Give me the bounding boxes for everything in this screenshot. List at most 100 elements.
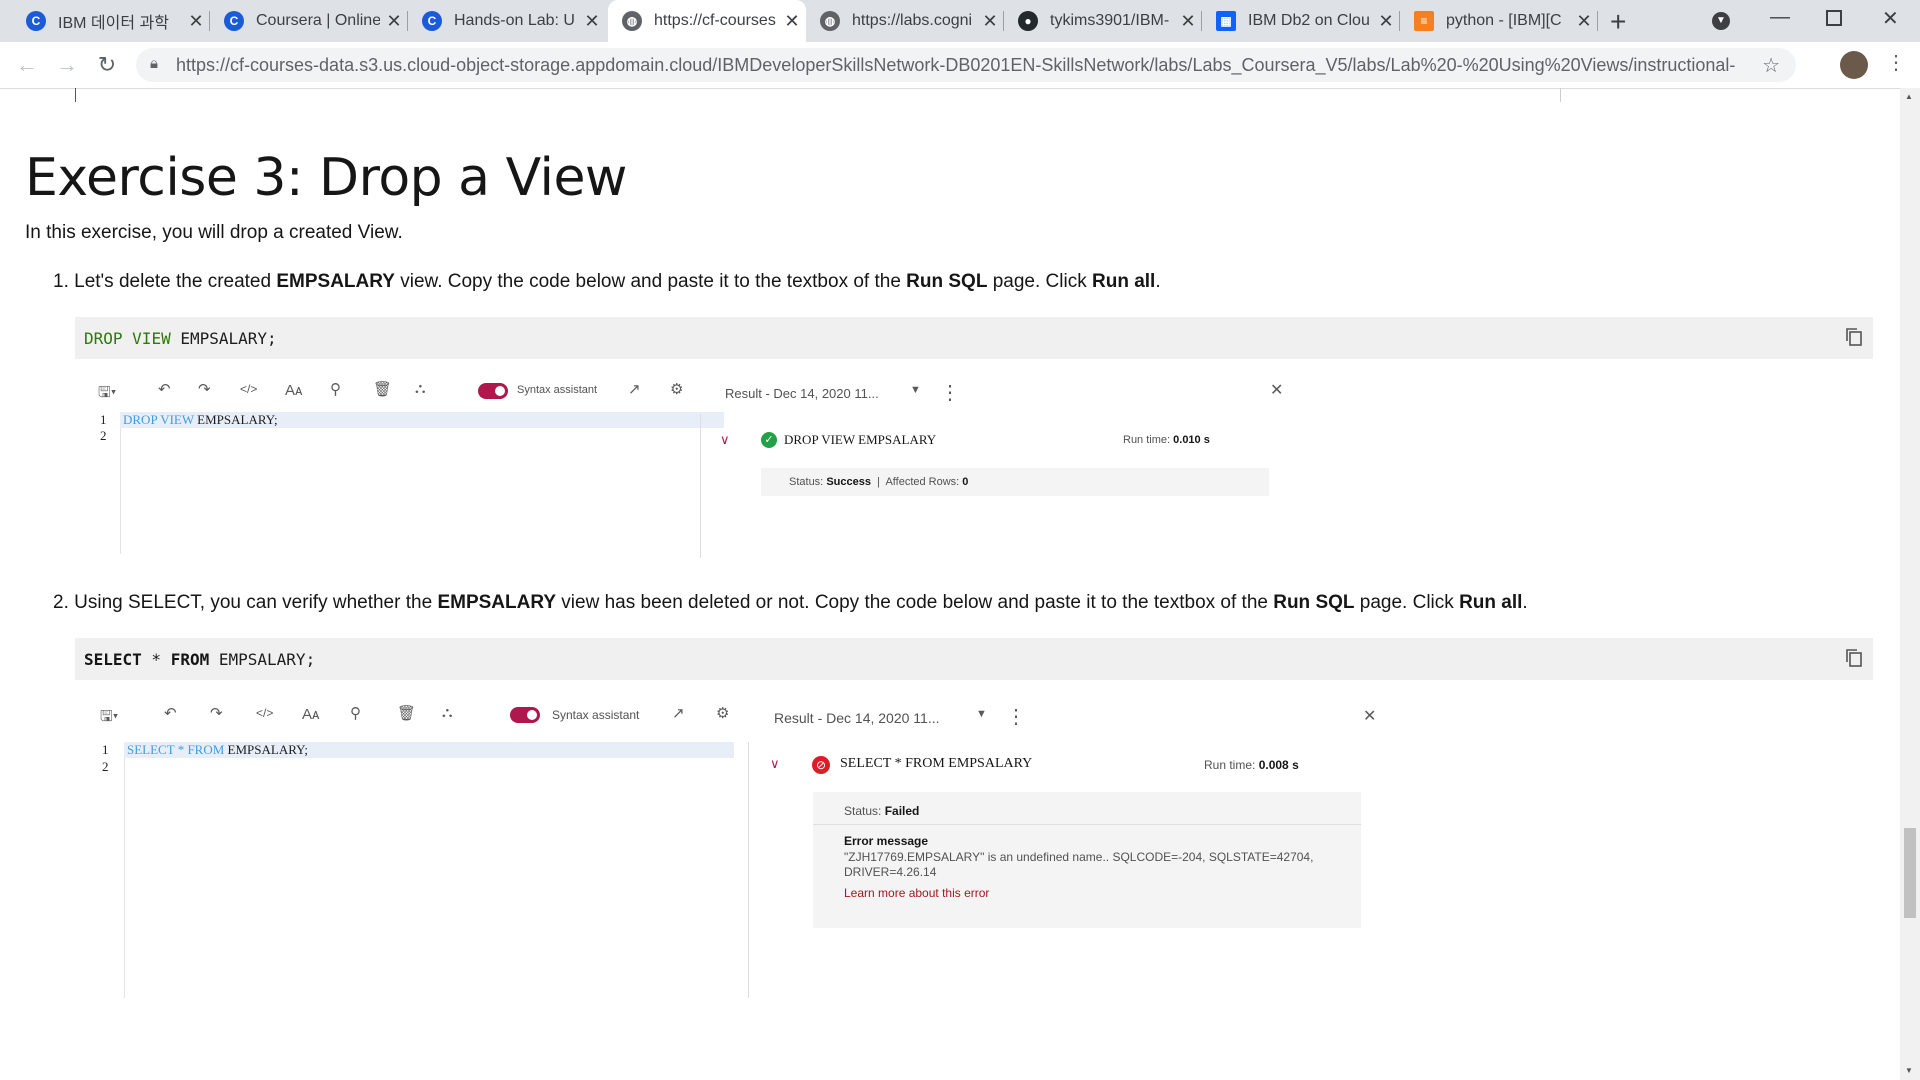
code-rest: EMPSALARY; [193,412,278,427]
syntax-assistant-toggle [478,383,508,399]
text: Let's delete the created [74,271,277,292]
code-star: * [174,742,188,757]
coursera-icon: C [224,11,244,31]
runtime-label: Run time: [1204,758,1256,772]
font-size-icon: Aᴀ [302,706,320,723]
tree-icon: ⛬ [442,704,453,721]
status-value: Success [826,476,871,488]
text: . [1155,271,1161,292]
chevron-down-icon: ∨ [770,756,780,771]
tab-strip: C IBM 데이터 과학 ✕ C Coursera | Online ✕ C H… [0,0,1920,42]
tab-title: https://cf-courses [654,12,776,29]
line-number: 2 [100,428,107,443]
github-icon: ● [1018,11,1038,31]
tab-labs-cogni[interactable]: ◍ https://labs.cogni ✕ [806,0,1004,42]
forward-icon[interactable]: → [52,50,82,80]
redo-icon: ↷ [198,381,211,398]
code-star: * [141,649,171,669]
bold-text: EMPSALARY [276,271,395,292]
lock-icon: 🔒︎ [150,55,158,72]
gear-icon: ⚙ [716,705,730,722]
scrollbar-thumb[interactable] [1904,828,1916,918]
status: Status: Success | Affected Rows: 0 [789,476,969,488]
bookmark-star-icon[interactable]: ☆ [1762,53,1780,78]
globe-icon: ◍ [820,11,840,31]
chevron-down-icon: ▼ [976,708,987,720]
overflow-menu-icon: ⋮ [1006,706,1026,728]
maximize-icon[interactable] [1826,10,1842,26]
close-icon[interactable]: ✕ [1372,11,1400,32]
code-block-drop-view[interactable]: DROP VIEW EMPSALARY; [75,317,1873,359]
status-label: Status: [844,804,882,818]
scrollbar[interactable]: ▲ ▼ [1900,88,1920,1080]
error-message: DRIVER=4.26.14 [844,865,937,879]
reload-icon[interactable]: ↻ [92,50,122,80]
sql-keyword: VIEW [132,328,171,348]
tab-github[interactable]: ● tykims3901/IBM- ✕ [1004,0,1202,42]
intro-text: In this exercise, you will drop a create… [25,222,403,243]
copy-icon[interactable] [1845,648,1863,668]
tab-coursera[interactable]: C Coursera | Online ✕ [210,0,408,42]
close-icon[interactable]: ✕ [1174,11,1202,32]
close-icon: ✕ [1270,382,1284,399]
code-text[interactable]: DROP VIEW EMPSALARY; [75,329,277,348]
code-text[interactable]: SELECT * FROM EMPSALARY; [75,650,315,669]
avatar[interactable] [1840,51,1868,79]
close-icon[interactable]: ✕ [578,11,606,32]
save-icon: 🖫︎▾ [98,384,117,401]
sql-keyword: FROM [187,742,225,757]
code-block-select[interactable]: SELECT * FROM EMPSALARY; [75,638,1873,680]
tab-title: tykims3901/IBM- [1050,12,1170,29]
window-close-icon[interactable]: ✕ [1882,6,1899,31]
close-icon[interactable]: ✕ [380,11,408,32]
divider [75,88,76,102]
address-bar[interactable]: 🔒︎ https://cf-courses-data.s3.us.cloud-o… [136,48,1796,82]
result-dropdown: Result - Dec 14, 2020 11... [774,710,940,726]
status-label: Status: [789,476,824,488]
tab-stackoverflow[interactable]: ≡ python - [IBM][C ✕ [1400,0,1598,42]
chevron-down-icon: ▼ [910,384,921,396]
chevron-down-icon: ∨ [720,432,730,447]
status-box: Status: Success | Affected Rows: 0 [761,468,1269,496]
tab-title: IBM 데이터 과학 [58,15,169,32]
tree-icon: ⛬ [415,380,426,397]
scroll-down-icon[interactable]: ▼ [1905,1066,1913,1075]
code-rest: EMPSALARY; [224,742,308,757]
affected-value: 0 [962,476,969,488]
coursera-icon: C [26,11,46,31]
text: view. Copy the code below and paste it t… [394,271,907,292]
divider [748,742,749,998]
divider [813,824,1361,825]
ibm-icon: ▦ [1216,11,1236,31]
tab-cf-courses[interactable]: ◍ https://cf-courses ✕ [608,0,806,42]
scroll-up-icon[interactable]: ▲ [1905,92,1913,101]
close-icon[interactable]: ✕ [1570,11,1598,32]
menu-dots-icon[interactable]: ⋮ [1886,50,1906,75]
new-tab-icon[interactable]: + [1610,6,1626,38]
close-icon[interactable]: ✕ [182,11,210,32]
divider [1560,88,1561,102]
tab-hands-on-lab[interactable]: C Hands-on Lab: U ✕ [408,0,606,42]
font-size-icon: Aᴀ [285,382,303,399]
close-icon[interactable]: ✕ [778,11,806,32]
tab-ibm-db2[interactable]: ▦ IBM Db2 on Clou ✕ [1202,0,1400,42]
back-icon[interactable]: ← [12,50,42,80]
code-rest: EMPSALARY; [170,328,277,348]
runtime: Run time: 0.008 s [1204,758,1299,772]
sql-keyword: SELECT [84,649,142,669]
bold-text: Run all [1092,271,1156,292]
copy-icon[interactable] [1845,327,1863,347]
code-icon: </> [256,706,274,720]
redo-icon: ↷ [210,705,223,722]
line-number: 1 [100,412,107,427]
tab-search-icon[interactable]: ▼ [1712,12,1730,30]
sql-keyword: DROP VIEW [123,412,194,427]
editor-gutter [80,742,125,998]
bold-text: Run SQL [1273,592,1355,613]
divider [700,414,701,558]
editor-line: DROP VIEW EMPSALARY; [123,412,278,428]
minimize-icon[interactable]: — [1770,6,1790,29]
url-text[interactable]: https://cf-courses-data.s3.us.cloud-obje… [176,55,1736,76]
tab-ibm-data-science[interactable]: C IBM 데이터 과학 ✕ [12,0,210,42]
close-icon[interactable]: ✕ [976,11,1004,32]
